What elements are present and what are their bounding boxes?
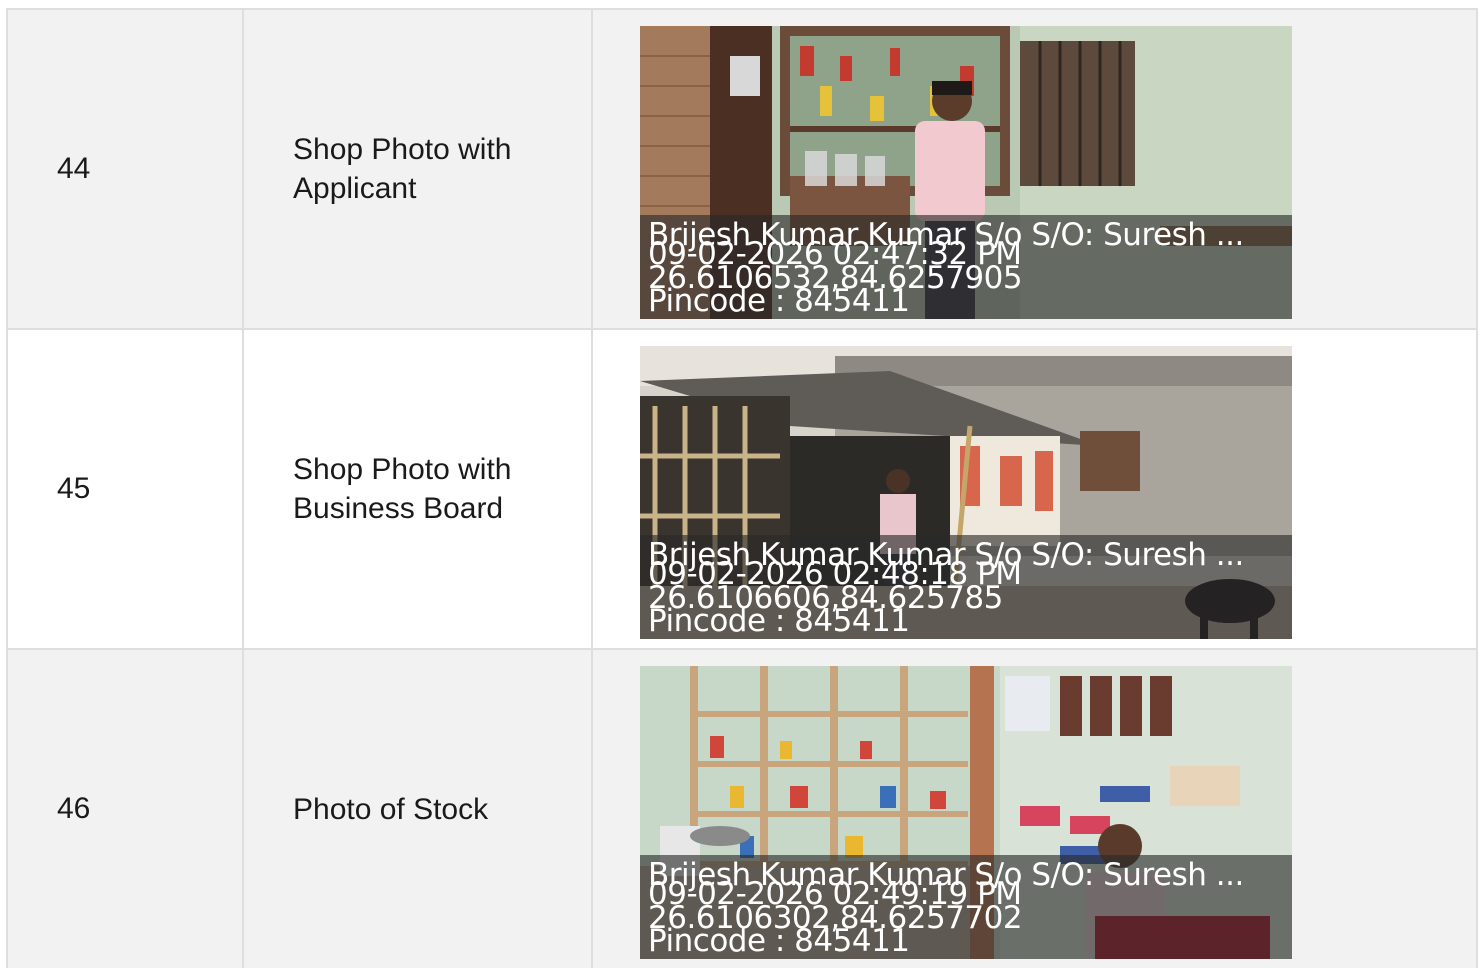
row-number: 44 [8, 10, 244, 328]
shop-board-photo[interactable]: Brijesh Kumar Kumar S/o S/O: Suresh ... … [640, 346, 1292, 639]
table-row: 45 Shop Photo with Business Board Brijes… [8, 330, 1476, 650]
photo-caption-overlay: Brijesh Kumar Kumar S/o S/O: Suresh ... … [640, 535, 1292, 639]
photo-caption-overlay: Brijesh Kumar Kumar S/o S/O: Suresh ... … [640, 855, 1292, 959]
photo-cell: Brijesh Kumar Kumar S/o S/O: Suresh ... … [593, 650, 1476, 968]
document-table: 44 Shop Photo with Applicant Brijesh Kum… [6, 8, 1478, 968]
photo-caption-overlay: Brijesh Kumar Kumar S/o S/O: Suresh ... … [640, 215, 1292, 319]
table-row: 44 Shop Photo with Applicant Brijesh Kum… [8, 10, 1476, 330]
caption-pincode: Pincode : 845411 [648, 283, 910, 319]
row-number: 45 [8, 330, 244, 648]
row-label: Shop Photo with Applicant [244, 10, 593, 328]
row-label: Photo of Stock [244, 650, 593, 968]
caption-pincode: Pincode : 845411 [648, 603, 910, 639]
photo-cell: Brijesh Kumar Kumar S/o S/O: Suresh ... … [593, 10, 1476, 328]
stock-photo[interactable]: Brijesh Kumar Kumar S/o S/O: Suresh ... … [640, 666, 1292, 959]
table-row: 46 Photo of Stock Brijesh Kumar Kumar S/… [8, 650, 1476, 968]
row-label: Shop Photo with Business Board [244, 330, 593, 648]
photo-cell: Brijesh Kumar Kumar S/o S/O: Suresh ... … [593, 330, 1476, 648]
row-number: 46 [8, 650, 244, 968]
caption-pincode: Pincode : 845411 [648, 923, 910, 959]
shop-applicant-photo[interactable]: Brijesh Kumar Kumar S/o S/O: Suresh ... … [640, 26, 1292, 319]
